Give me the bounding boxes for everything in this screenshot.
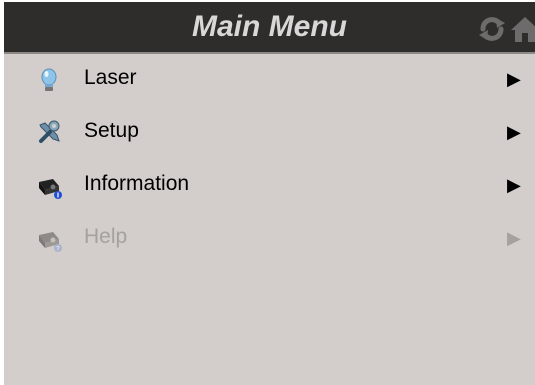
projector-help-icon: ? <box>39 232 62 252</box>
chevron-right-icon: ▶ <box>507 175 521 195</box>
chevron-right-icon: ▶ <box>507 122 521 142</box>
lightbulb-icon <box>41 68 57 91</box>
main-menu-list: Laser ▶ Setup ▶ Information ▶ ? Help ▶ <box>4 54 535 266</box>
menu-item-laser[interactable]: Laser ▶ <box>4 54 535 107</box>
menu-item-label: Help <box>84 225 128 248</box>
tools-icon <box>39 120 60 143</box>
chevron-right-icon: ▶ <box>507 228 521 248</box>
page-title: Main Menu <box>192 10 347 43</box>
projector-info-icon <box>39 179 62 199</box>
menu-item-label: Laser <box>84 66 137 89</box>
menu-item-information[interactable]: Information ▶ <box>4 160 535 213</box>
header-bar: Main Menu <box>4 2 535 54</box>
menu-item-help[interactable]: ? Help ▶ <box>4 213 535 266</box>
refresh-icon[interactable] <box>478 15 506 43</box>
menu-item-label: Setup <box>84 119 139 142</box>
home-icon[interactable] <box>511 15 535 43</box>
device-screen: Main Menu Laser ▶ Setup ▶ Information ▶ … <box>4 2 535 385</box>
menu-item-setup[interactable]: Setup ▶ <box>4 107 535 160</box>
chevron-right-icon: ▶ <box>507 69 521 89</box>
menu-item-label: Information <box>84 172 190 195</box>
